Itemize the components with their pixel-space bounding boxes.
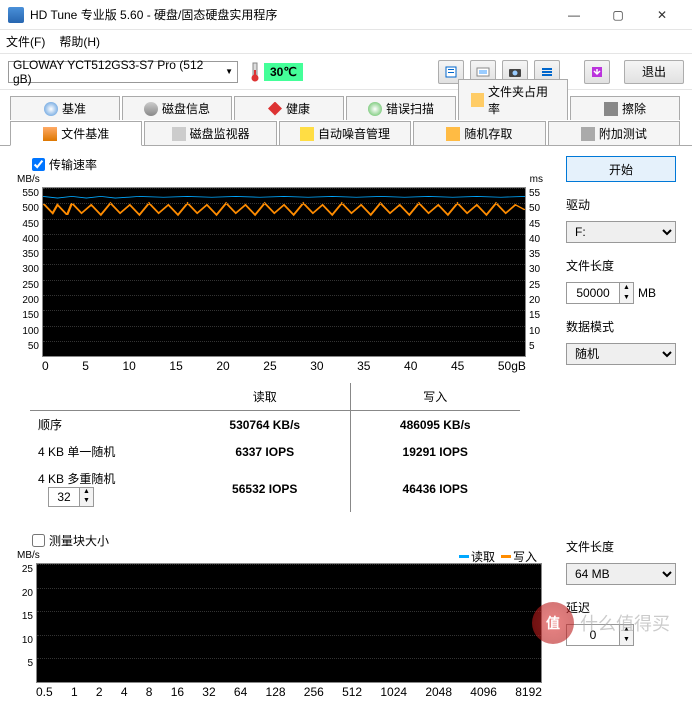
titlebar: HD Tune 专业版 5.60 - 硬盘/固态硬盘实用程序 ― ▢ ✕ — [0, 0, 692, 30]
seq-read: 530764 KB/s — [180, 411, 350, 439]
aam-icon — [300, 127, 314, 141]
spin-up-icon[interactable]: ▲ — [619, 625, 633, 635]
seq-write: 486095 KB/s — [350, 411, 520, 439]
spin-up-icon[interactable]: ▲ — [619, 283, 633, 293]
delay-label: 延迟 — [566, 599, 676, 616]
tab-extra-tests[interactable]: 附加测试 — [548, 121, 680, 145]
tab-random-access[interactable]: 随机存取 — [413, 121, 545, 145]
disk-icon — [144, 102, 158, 116]
drive-select[interactable]: GLOWAY YCT512GS3-S7 Pro (512 gB) ▼ — [8, 61, 238, 83]
mode-select[interactable]: 随机 — [566, 343, 676, 365]
thermometer-icon — [250, 62, 260, 82]
filelen-spinner[interactable]: ▲▼ — [566, 282, 634, 304]
random-icon — [446, 127, 460, 141]
block-size-checkbox[interactable] — [32, 534, 45, 547]
filelen-unit: MB — [638, 286, 656, 300]
row-sequential: 顺序 — [30, 411, 180, 439]
4k-multi-write: 46436 IOPS — [350, 465, 520, 512]
monitor-icon — [172, 127, 186, 141]
queue-depth-spinner[interactable]: ▲▼ — [48, 487, 94, 507]
tab-folder-usage[interactable]: 文件夹占用率 — [458, 79, 568, 120]
drive-label: 驱动 — [566, 196, 676, 213]
chart1-xaxis: 05101520253035404550gB — [42, 357, 526, 373]
folder-icon — [471, 93, 484, 107]
col-write: 写入 — [350, 383, 520, 411]
chevron-down-icon: ▼ — [225, 67, 233, 76]
spin-up-icon[interactable]: ▲ — [79, 488, 93, 497]
4k-multi-read: 56532 IOPS — [180, 465, 350, 512]
block-size-chart: MB/s 读取 写入 252015105 — [36, 563, 542, 683]
tab-info[interactable]: 磁盘信息 — [122, 96, 232, 120]
block-size-label: 测量块大小 — [49, 532, 109, 549]
chart2-legend: 读取 写入 — [459, 548, 537, 565]
chart1-unit-right: ms — [530, 174, 543, 185]
row-4k-single: 4 KB 单一随机 — [30, 438, 180, 465]
4k-single-write: 19291 IOPS — [350, 438, 520, 465]
chart2-unit: MB/s — [17, 550, 40, 561]
tab-file-benchmark[interactable]: 文件基准 — [10, 121, 142, 146]
exit-button[interactable]: 退出 — [624, 60, 684, 84]
filelen-label: 文件长度 — [566, 257, 676, 274]
start-button[interactable]: 开始 — [566, 156, 676, 182]
tab-error-scan[interactable]: 错误扫描 — [346, 96, 456, 120]
mode-label: 数据模式 — [566, 318, 676, 335]
drive-select-text: GLOWAY YCT512GS3-S7 Pro (512 gB) — [13, 58, 225, 86]
menu-file[interactable]: 文件(F) — [6, 33, 45, 50]
tab-row-2: 文件基准 磁盘监视器 自动噪音管理 随机存取 附加测试 — [0, 120, 692, 146]
tab-benchmark[interactable]: 基准 — [10, 96, 120, 120]
transfer-rate-checkbox[interactable] — [32, 158, 45, 171]
scan-icon — [368, 102, 382, 116]
chart2-xaxis: 0.512481632641282565121024204840968192 — [36, 683, 542, 699]
tab-disk-monitor[interactable]: 磁盘监视器 — [144, 121, 276, 145]
delay-spinner[interactable]: ▲▼ — [566, 624, 634, 646]
temperature-value: 30℃ — [264, 63, 303, 81]
menubar: 文件(F) 帮助(H) — [0, 30, 692, 54]
benchmark-icon — [44, 102, 58, 116]
filelen2-label: 文件长度 — [566, 538, 676, 555]
filelen2-select[interactable]: 64 MB — [566, 563, 676, 585]
close-button[interactable]: ✕ — [640, 1, 684, 29]
4k-single-read: 6337 IOPS — [180, 438, 350, 465]
extra-icon — [581, 127, 595, 141]
tab-health[interactable]: 健康 — [234, 96, 344, 120]
row-4k-multi: 4 KB 多重随机 ▲▼ — [30, 465, 180, 512]
erase-icon — [604, 102, 618, 116]
spin-down-icon[interactable]: ▼ — [79, 497, 93, 506]
transfer-chart: MB/s ms 55055500504504540040350353003025… — [42, 187, 526, 357]
transfer-rate-label: 传输速率 — [49, 156, 97, 173]
results-table: 读取 写入 顺序 530764 KB/s 486095 KB/s 4 KB 单一… — [30, 383, 520, 512]
tab-row-1: 基准 磁盘信息 健康 错误扫描 文件夹占用率 擦除 — [0, 94, 692, 120]
chart1-unit-left: MB/s — [17, 174, 40, 185]
drive-letter-select[interactable]: F: — [566, 221, 676, 243]
spin-down-icon[interactable]: ▼ — [619, 635, 633, 645]
spin-down-icon[interactable]: ▼ — [619, 293, 633, 303]
minimize-button[interactable]: ― — [552, 1, 596, 29]
window-title: HD Tune 专业版 5.60 - 硬盘/固态硬盘实用程序 — [30, 6, 552, 23]
maximize-button[interactable]: ▢ — [596, 1, 640, 29]
menu-help[interactable]: 帮助(H) — [59, 33, 100, 50]
file-benchmark-icon — [43, 127, 57, 141]
save-button[interactable] — [584, 60, 610, 84]
temperature-display: 30℃ — [244, 62, 309, 82]
app-icon — [8, 7, 24, 23]
toolbar: GLOWAY YCT512GS3-S7 Pro (512 gB) ▼ 30℃ 退… — [0, 54, 692, 90]
tab-erase[interactable]: 擦除 — [570, 96, 680, 120]
tab-aam[interactable]: 自动噪音管理 — [279, 121, 411, 145]
col-read: 读取 — [180, 383, 350, 411]
health-icon — [268, 102, 282, 116]
